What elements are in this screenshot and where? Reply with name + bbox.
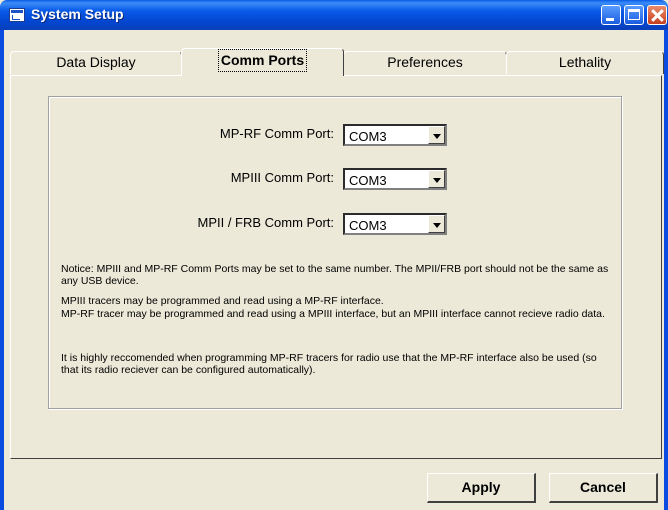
notice-mp-rf-tracer: MP-RF tracer may be programmed and read … [61, 308, 605, 320]
tab-label: Data Display [56, 54, 136, 70]
mp-rf-port-label: MP-RF Comm Port: [219, 126, 334, 141]
cancel-button[interactable]: Cancel [549, 473, 658, 503]
mpii-frb-port-label: MPII / FRB Comm Port: [197, 215, 334, 230]
window-frame-left [0, 30, 4, 510]
tab-strip: Data Display Comm Ports Preferences Leth… [10, 48, 664, 76]
window-frame-right [664, 30, 668, 510]
tab-preferences[interactable]: Preferences [343, 51, 507, 74]
mp-rf-port-select[interactable]: COM3 [343, 124, 447, 146]
tab-data-display[interactable]: Data Display [10, 51, 182, 74]
notice-usb: Notice: MPIII and MP-RF Comm Ports may b… [61, 263, 609, 287]
dropdown-arrow-icon[interactable] [428, 215, 445, 233]
maximize-icon[interactable] [624, 5, 644, 25]
title-bar: System Setup [0, 0, 668, 30]
tab-label: Lethality [558, 54, 612, 70]
notice-recommendation: It is highly reccomended when programmin… [61, 352, 597, 376]
notice-mpiii-tracers: MPIII tracers may be programmed and read… [61, 295, 384, 307]
tab-label: Preferences [387, 54, 463, 70]
close-icon[interactable] [647, 5, 667, 25]
app-window-icon [9, 8, 25, 22]
minimize-icon[interactable] [601, 5, 621, 25]
dropdown-arrow-icon[interactable] [428, 126, 445, 144]
window-title: System Setup [31, 6, 124, 22]
tab-lethality[interactable]: Lethality [506, 51, 664, 74]
mpii-frb-port-select[interactable]: COM3 [343, 213, 447, 235]
mpii-frb-port-value: COM3 [349, 218, 387, 233]
mp-rf-port-value: COM3 [349, 129, 387, 144]
mpiii-port-select[interactable]: COM3 [343, 168, 447, 190]
apply-button[interactable]: Apply [427, 473, 536, 503]
mpiii-port-label: MPIII Comm Port: [230, 170, 334, 185]
mpiii-port-value: COM3 [349, 173, 387, 188]
dropdown-arrow-icon[interactable] [428, 170, 445, 188]
tab-label: Comm Ports [217, 49, 308, 72]
tab-comm-ports[interactable]: Comm Ports [181, 48, 344, 76]
